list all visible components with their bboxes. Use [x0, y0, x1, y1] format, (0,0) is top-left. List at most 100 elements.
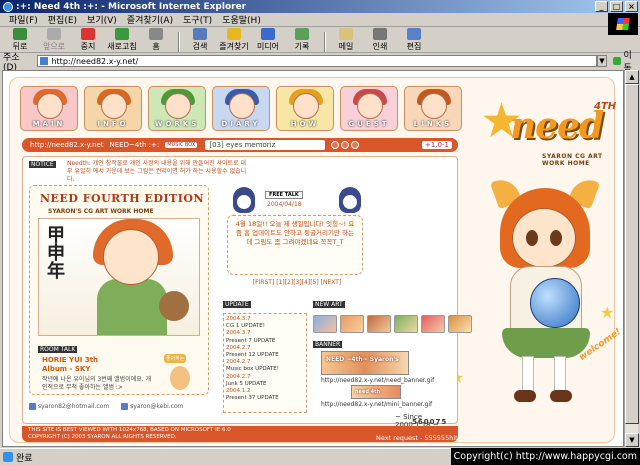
banner-url-mini: http://need82.x-y.net/mini_banner.gif — [321, 401, 433, 408]
update-item[interactable]: Junk 5 UPDATE — [226, 381, 304, 388]
contact-email-1[interactable]: syaron82@hotmail.com — [29, 403, 109, 410]
album-subtitle: SYARON'S CG ART WORK HOME — [48, 208, 154, 215]
volume-indicator[interactable]: +1.0-1 — [422, 141, 452, 149]
free-talk-body: 4월 18일!! 오늘 제 생일입니다! 잇힝~! 요즘 홈 업데이트도 안하고… — [227, 215, 363, 275]
music-track[interactable]: [03] eyes memoriz — [205, 140, 326, 150]
forward-button[interactable]: 앞으로 — [38, 28, 70, 52]
room-talk-body: 작년에 나온 유이님의 3번째 앨범이에요. 개인적으로 무척 좋아하는 앨범 … — [42, 376, 152, 391]
monkey-mascot — [159, 291, 189, 321]
site-logo[interactable]: ★ need 4TH SYARON CG ART WORK HOME — [480, 93, 620, 167]
toolbar: 뒤로 앞으로 중지 새로고침 홈 검색 즐겨찾기 미디어 기록 메일 인쇄 편집 — [0, 28, 640, 53]
art-thumbnail[interactable] — [448, 315, 472, 333]
nav-links[interactable]: LINKS — [404, 86, 462, 131]
next-icon[interactable] — [351, 141, 360, 149]
maximize-button[interactable]: □ — [610, 1, 623, 12]
update-date: 2004.2.7 — [226, 344, 251, 351]
mascot-illustration — [480, 174, 610, 408]
art-thumbnail[interactable] — [367, 315, 391, 333]
home-button[interactable]: 홈 — [140, 28, 172, 52]
toolbar-divider — [324, 32, 326, 52]
history-icon — [295, 28, 309, 40]
forward-arrow-icon — [47, 28, 61, 40]
update-item[interactable]: Present 12 UPDATE — [226, 352, 304, 359]
nav-works[interactable]: WORKS — [148, 86, 206, 131]
penguin-icon — [233, 187, 255, 213]
back-button[interactable]: 뒤로 — [4, 28, 36, 52]
menu-help[interactable]: 도움말(H) — [217, 13, 266, 26]
mail-icon — [339, 28, 353, 40]
edit-button[interactable]: 편집 — [398, 28, 430, 52]
room-talk-title: HORIE YUI 3th Album - SKY — [42, 356, 99, 373]
contacts: syaron82@hotmail.com syaron@kebi.com — [29, 403, 184, 410]
vertical-scrollbar[interactable]: ▲ ▼ — [624, 70, 639, 447]
page-viewport: ★ ★ ★ ★ ★ ★ ★ MAIN INFO WORKS DIARY HOW … — [2, 70, 624, 447]
header-strip: http://need82.x-y.net NEED~4th :+: MUSIC… — [22, 138, 458, 152]
character-body — [97, 279, 167, 335]
art-thumbnail[interactable] — [421, 315, 445, 333]
nav-guest[interactable]: GUEST — [340, 86, 398, 131]
scroll-thumb[interactable] — [625, 84, 639, 424]
update-date: 2004.3.7 — [226, 330, 251, 337]
print-icon — [373, 28, 387, 40]
site-nav: MAIN INFO WORKS DIARY HOW GUEST LINKS — [20, 86, 462, 131]
print-button[interactable]: 인쇄 — [364, 28, 396, 52]
update-item[interactable]: Music box UPDATE! — [226, 366, 304, 373]
menu-view[interactable]: 보기(V) — [82, 13, 122, 26]
main-content: NOTICE Needth: 개인 창작물로 개인 사정의 내용을 위해 만들어… — [22, 156, 472, 429]
free-talk-pagination[interactable]: [FIRST] [1][2][3][4][5] [NEXT] — [223, 279, 371, 286]
album-artwork[interactable]: 甲申年 — [38, 218, 200, 336]
art-thumbnail[interactable] — [340, 315, 364, 333]
search-button[interactable]: 검색 — [184, 28, 216, 52]
mail-button[interactable]: 메일 — [330, 28, 362, 52]
visitor-counter: 560075 — [412, 418, 448, 426]
media-button[interactable]: 미디어 — [252, 28, 284, 52]
address-dropdown[interactable]: ▼ — [596, 55, 608, 67]
favorites-button[interactable]: 즐겨찾기 — [218, 28, 250, 52]
minimize-button[interactable]: _ — [595, 1, 608, 12]
banner-url-large: http://need82.x-y.net/need_banner.gif — [321, 377, 435, 384]
art-thumbnail[interactable] — [394, 315, 418, 333]
media-icon — [261, 28, 275, 40]
site-banner-mini[interactable]: need 4th — [351, 385, 401, 399]
scroll-down-icon[interactable]: ▼ — [625, 433, 639, 447]
person-icon — [121, 403, 129, 410]
address-input[interactable]: http://need82.x-y.net/ — [37, 55, 597, 67]
update-item[interactable]: Present 37 UPDATE — [226, 395, 304, 402]
contact-email-2[interactable]: syaron@kebi.com — [121, 403, 184, 410]
update-item[interactable]: CG 1 UPDATE! — [226, 323, 304, 330]
nav-main[interactable]: MAIN — [20, 86, 78, 131]
refresh-button[interactable]: 새로고침 — [106, 28, 138, 52]
free-talk-date: 2004/04/18 — [267, 201, 302, 208]
home-icon — [149, 28, 163, 40]
site-page: ★ ★ ★ ★ ★ ★ ★ MAIN INFO WORKS DIARY HOW … — [9, 77, 623, 443]
play-icon[interactable] — [331, 141, 340, 149]
nav-diary[interactable]: DIARY — [212, 86, 270, 131]
menu-favorites[interactable]: 즐겨찾기(A) — [122, 13, 178, 26]
stop-button[interactable]: 중지 — [72, 28, 104, 52]
refresh-icon — [115, 28, 129, 40]
stop-icon[interactable] — [341, 141, 350, 149]
ie-icon — [3, 1, 13, 12]
toolbar-divider — [178, 32, 180, 52]
status-text: 완료 — [16, 453, 33, 464]
history-button[interactable]: 기록 — [286, 28, 318, 52]
notice-label: NOTICE — [29, 161, 56, 168]
menu-edit[interactable]: 편집(E) — [43, 13, 82, 26]
site-banner-large[interactable]: NEED ~4th~ Syaron's — [321, 351, 409, 375]
menu-file[interactable]: 파일(F) — [4, 13, 43, 26]
scroll-up-icon[interactable]: ▲ — [625, 70, 639, 84]
update-item[interactable]: Present 7 UPDATE — [226, 338, 304, 345]
nav-info[interactable]: INFO — [84, 86, 142, 131]
strip-url: http://need82.x-y.net — [30, 141, 104, 149]
window-title: :+: Need 4th :+: - Microsoft Internet Ex… — [16, 1, 247, 12]
nav-how[interactable]: HOW — [276, 86, 334, 131]
menu-bar: 파일(F) 편집(E) 보기(V) 즐겨찾기(A) 도구(T) 도움말(H) — [0, 13, 640, 27]
music-box-label: MUSIC BOX — [165, 142, 198, 148]
menu-tools[interactable]: 도구(T) — [178, 13, 217, 26]
kanji-text: 甲申年 — [44, 225, 65, 279]
update-label: UPDATE — [223, 301, 251, 308]
address-url: http://need82.x-y.net/ — [51, 56, 139, 66]
close-button[interactable]: × — [625, 1, 638, 12]
room-talk-label: ROOM TALK — [38, 346, 78, 353]
art-thumbnail[interactable] — [313, 315, 337, 333]
